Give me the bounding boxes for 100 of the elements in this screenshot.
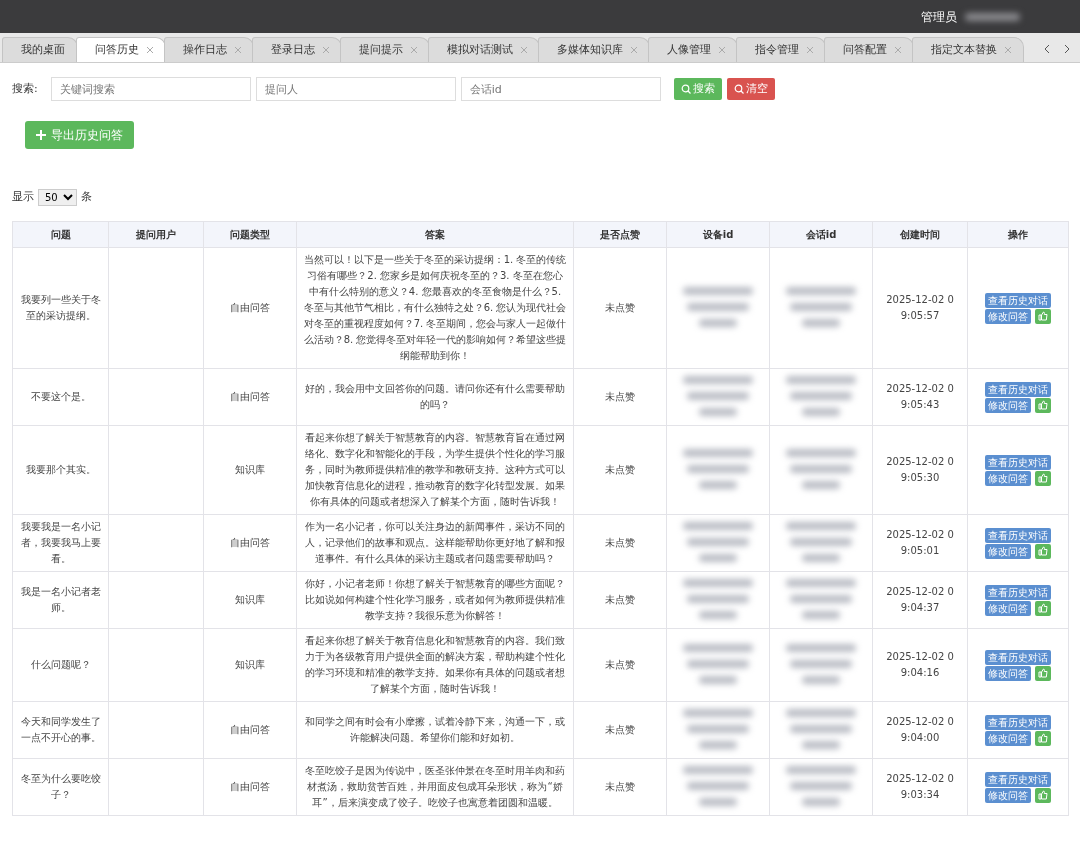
like-button[interactable] bbox=[1035, 397, 1051, 413]
table-cell: 未点赞 bbox=[573, 514, 667, 572]
edit-button[interactable]: 修改问答 bbox=[985, 787, 1031, 803]
redacted-text bbox=[786, 766, 856, 774]
page-size-select[interactable]: 50 bbox=[38, 189, 77, 206]
redacted-text bbox=[786, 579, 856, 587]
table-cell: 知识库 bbox=[203, 425, 297, 515]
tab[interactable]: 问答配置 bbox=[824, 37, 914, 62]
redacted-text bbox=[687, 595, 749, 603]
column-header: 问题 bbox=[12, 221, 109, 248]
table-cell: 自由问答 bbox=[203, 514, 297, 572]
redacted-text bbox=[790, 595, 852, 603]
table-cell: 2025-12-02 09:04:37 bbox=[872, 571, 968, 629]
tab[interactable]: 提问提示 bbox=[340, 37, 430, 62]
thumbs-up-icon bbox=[1038, 310, 1048, 321]
redacted-text bbox=[790, 782, 852, 790]
table-cell: 2025-12-02 09:04:16 bbox=[872, 628, 968, 702]
search-icon bbox=[733, 84, 744, 94]
tab[interactable]: 我的桌面 bbox=[2, 37, 78, 62]
table-cell: 和同学之间有时会有小摩擦，试着冷静下来，沟通一下，或许能解决问题。希望你们能和好如初。 bbox=[296, 701, 574, 759]
close-icon[interactable] bbox=[411, 47, 417, 53]
close-icon[interactable] bbox=[719, 47, 725, 53]
tab[interactable]: 人像管理 bbox=[648, 37, 738, 62]
export-button[interactable]: 导出历史问答 bbox=[25, 121, 134, 149]
redacted-text bbox=[699, 319, 737, 327]
history-button[interactable]: 查看历史对话 bbox=[985, 454, 1051, 470]
like-button[interactable] bbox=[1035, 600, 1051, 616]
edit-button[interactable]: 修改问答 bbox=[985, 308, 1031, 324]
redacted-text bbox=[687, 782, 749, 790]
edit-button[interactable]: 修改问答 bbox=[985, 665, 1031, 681]
table-cell: 未点赞 bbox=[573, 425, 667, 515]
close-icon[interactable] bbox=[807, 47, 813, 53]
table-cell: 我要我是一名小记者，我要我马上要看。 bbox=[12, 514, 109, 572]
redacted-text bbox=[802, 741, 840, 749]
tab[interactable]: 操作日志 bbox=[164, 37, 254, 62]
tab[interactable]: 模拟对话测试 bbox=[428, 37, 540, 62]
edit-button[interactable]: 修改问答 bbox=[985, 730, 1031, 746]
clear-button[interactable]: 清空 bbox=[726, 77, 775, 101]
input-field[interactable]: 关键词搜索 bbox=[50, 77, 251, 101]
redacted-text bbox=[687, 660, 749, 668]
history-button[interactable]: 查看历史对话 bbox=[985, 527, 1051, 543]
close-icon[interactable] bbox=[895, 47, 901, 53]
edit-button[interactable]: 修改问答 bbox=[985, 543, 1031, 559]
history-button[interactable]: 查看历史对话 bbox=[985, 771, 1051, 787]
close-icon[interactable] bbox=[521, 47, 527, 53]
table-cell: 我要那个其实。 bbox=[12, 425, 109, 515]
close-icon[interactable] bbox=[631, 47, 637, 53]
redacted-text bbox=[683, 644, 753, 652]
like-button[interactable] bbox=[1035, 308, 1051, 324]
column-header: 创建时间 bbox=[872, 221, 968, 248]
close-icon[interactable] bbox=[147, 47, 153, 53]
redacted-text bbox=[687, 465, 749, 473]
redacted-text bbox=[786, 644, 856, 652]
like-button[interactable] bbox=[1035, 543, 1051, 559]
close-icon[interactable] bbox=[235, 47, 241, 53]
table-cell: 知识库 bbox=[203, 571, 297, 629]
edit-button[interactable]: 修改问答 bbox=[985, 470, 1031, 486]
chevron-right-icon[interactable] bbox=[1064, 44, 1070, 54]
redacted-text bbox=[802, 611, 840, 619]
history-button[interactable]: 查看历史对话 bbox=[985, 584, 1051, 600]
redacted-text bbox=[683, 579, 753, 587]
redacted-text bbox=[802, 319, 840, 327]
tab[interactable]: 指定文本替换 bbox=[912, 37, 1024, 62]
history-button[interactable]: 查看历史对话 bbox=[985, 714, 1051, 730]
table-cell: 好的，我会用中文回答你的问题。请问你还有什么需要帮助的吗？ bbox=[296, 368, 574, 426]
input-field[interactable]: 会话id bbox=[460, 77, 661, 101]
redacted-text bbox=[786, 287, 856, 295]
edit-button[interactable]: 修改问答 bbox=[985, 397, 1031, 413]
close-icon[interactable] bbox=[323, 47, 329, 53]
table-cell: 什么问题呢？ bbox=[12, 628, 109, 702]
tab[interactable]: 多媒体知识库 bbox=[538, 37, 650, 62]
table-cell: 自由问答 bbox=[203, 368, 297, 426]
redacted-text bbox=[683, 709, 753, 717]
table-cell: 冬至吃饺子是因为传说中，医圣张仲景在冬至时用羊肉和药材煮汤，救助贫苦百姓，并用面皮包成耳朵形状，称为“娇耳”，后来演变成了饺子。吃饺子也寓意着团圆和温暖。 bbox=[296, 758, 574, 816]
history-button[interactable]: 查看历史对话 bbox=[985, 292, 1051, 308]
history-button[interactable]: 查看历史对话 bbox=[985, 381, 1051, 397]
history-button[interactable]: 查看历史对话 bbox=[985, 649, 1051, 665]
redacted-text bbox=[683, 376, 753, 384]
table-cell: 2025-12-02 09:04:00 bbox=[872, 701, 968, 759]
table-cell: 未点赞 bbox=[573, 247, 667, 369]
thumbs-up-icon bbox=[1038, 789, 1048, 800]
thumbs-up-icon bbox=[1038, 667, 1048, 678]
like-button[interactable] bbox=[1035, 470, 1051, 486]
redacted-text bbox=[683, 522, 753, 530]
input-field[interactable]: 提问人 bbox=[255, 77, 456, 101]
redacted-text bbox=[699, 408, 737, 416]
close-icon[interactable] bbox=[1005, 47, 1011, 53]
tab[interactable]: 指令管理 bbox=[736, 37, 826, 62]
tab[interactable]: 登录日志 bbox=[252, 37, 342, 62]
redacted-text bbox=[699, 611, 737, 619]
table-cell: 2025-12-02 09:05:01 bbox=[872, 514, 968, 572]
like-button[interactable] bbox=[1035, 665, 1051, 681]
edit-button[interactable]: 修改问答 bbox=[985, 600, 1031, 616]
like-button[interactable] bbox=[1035, 787, 1051, 803]
redacted-text bbox=[786, 709, 856, 717]
tab[interactable]: 问答历史 bbox=[76, 37, 166, 62]
search-button[interactable]: 搜索 bbox=[673, 77, 722, 101]
redacted-text bbox=[786, 376, 856, 384]
chevron-left-icon[interactable] bbox=[1044, 44, 1050, 54]
like-button[interactable] bbox=[1035, 730, 1051, 746]
